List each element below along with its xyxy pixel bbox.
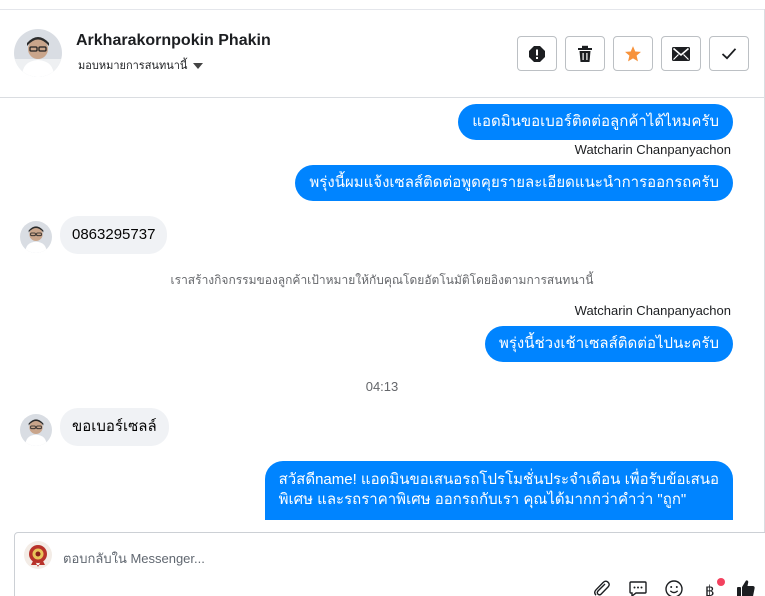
emoji-icon: [664, 579, 684, 596]
star-button[interactable]: [613, 36, 653, 71]
reply-composer: ตอบกลับใน Messenger... ฿: [14, 532, 765, 596]
system-notice: เราสร้างกิจกรรมของลูกค้าเป้าหมายให้กับคุ…: [170, 273, 594, 287]
outgoing-message[interactable]: แอดมินขอเบอร์ติดต่อลูกค้าได้ไหมครับ: [458, 104, 733, 140]
timestamp: 04:13: [365, 379, 399, 394]
contact-avatar-small: [20, 414, 52, 446]
payment-button[interactable]: ฿: [698, 578, 725, 596]
composer-tools: ฿: [590, 578, 758, 596]
svg-text:฿: ฿: [705, 582, 715, 596]
contact-name[interactable]: Arkharakornpokin Phakin: [76, 32, 271, 50]
message-thread: แอดมินขอเบอร์ติดต่อลูกค้าได้ไหมครับ Watc…: [0, 99, 764, 520]
conversation-header: Arkharakornpokin Phakin มอบหมายการสนทนาน…: [0, 10, 764, 98]
mark-done-button[interactable]: [709, 36, 749, 71]
trash-icon: [577, 45, 593, 63]
paperclip-icon: [592, 579, 612, 596]
emoji-button[interactable]: [662, 579, 686, 596]
spam-button[interactable]: [517, 36, 557, 71]
star-icon: [624, 45, 642, 63]
message-line: สวัสดีname! แอดมินขอเสนอรถโปรโมชั่นประจำ…: [278, 471, 719, 488]
outgoing-message[interactable]: พรุ่งนี้ช่วงเช้าเซลส์ติดต่อไปนะครับ: [484, 326, 733, 362]
assign-conversation-dropdown[interactable]: มอบหมายการสนทนานี้: [78, 56, 204, 74]
sender-name: Watcharin Chanpanyachon: [574, 303, 731, 318]
check-icon: [721, 47, 737, 60]
page-avatar: [24, 541, 52, 569]
reply-input[interactable]: ตอบกลับใน Messenger...: [63, 548, 205, 569]
contact-avatar-small: [20, 221, 52, 253]
attach-button[interactable]: [590, 579, 614, 596]
mark-unread-button[interactable]: [661, 36, 701, 71]
like-button[interactable]: [734, 579, 758, 596]
saved-reply-icon: [628, 579, 648, 596]
incoming-message[interactable]: ขอเบอร์เซลล์: [60, 408, 169, 446]
notification-dot: [717, 578, 725, 586]
conversation-panel: Arkharakornpokin Phakin มอบหมายการสนทนาน…: [0, 0, 765, 596]
incoming-message[interactable]: 0863295737: [60, 216, 168, 254]
delete-button[interactable]: [565, 36, 605, 71]
envelope-icon: [672, 46, 690, 61]
header-actions: [517, 36, 749, 71]
alert-icon: [528, 45, 546, 63]
assign-label: มอบหมายการสนทนานี้: [78, 60, 188, 72]
saved-replies-button[interactable]: [626, 579, 650, 596]
outgoing-message[interactable]: พรุ่งนี้ผมแจ้งเซลส์ติดต่อพูดคุยรายละเอีย…: [295, 165, 733, 201]
outgoing-message[interactable]: สวัสดีname! แอดมินขอเสนอรถโปรโมชั่นประจำ…: [264, 461, 733, 520]
caret-down-icon: [193, 62, 204, 69]
thumbs-up-icon: [736, 579, 756, 596]
message-line: พิเศษ และรถราคาพิเศษ ออกรถกับเรา คุณได้ม…: [278, 491, 687, 508]
contact-avatar[interactable]: [14, 29, 62, 77]
sender-name: Watcharin Chanpanyachon: [574, 142, 731, 157]
